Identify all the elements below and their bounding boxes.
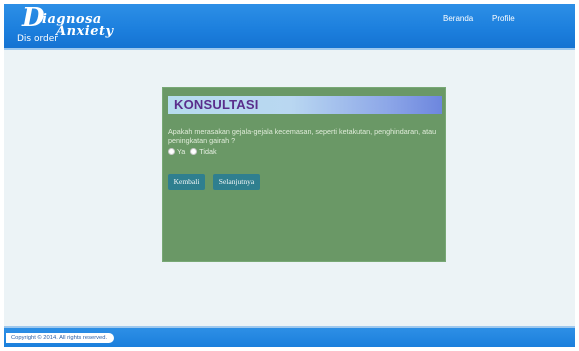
option-tidak[interactable]: Tidak xyxy=(190,147,217,157)
option-ya[interactable]: Ya xyxy=(168,147,185,157)
site-logo[interactable]: D iagnosa Anxiety Dis order xyxy=(14,5,129,45)
logo-text-line3: Dis order xyxy=(17,34,58,44)
radio-ya[interactable] xyxy=(168,148,175,155)
browser-viewport: D iagnosa Anxiety Dis order Beranda Prof… xyxy=(4,4,575,347)
back-button[interactable]: Kembali xyxy=(168,174,205,190)
site-footer: Copyright © 2014. All rights reserved. xyxy=(4,326,575,347)
copyright-text: Copyright © 2014. All rights reserved. xyxy=(6,333,115,343)
question-text: Apakah merasakan gejala-gejala kecemasan… xyxy=(168,127,437,145)
next-button[interactable]: Selanjutnya xyxy=(213,174,260,190)
consultation-panel: KONSULTASI Apakah merasakan gejala-gejal… xyxy=(162,87,446,262)
option-ya-label: Ya xyxy=(177,147,186,156)
logo-text-line2: Anxiety xyxy=(56,24,114,39)
answer-options: Ya Tidak xyxy=(168,147,220,157)
nav-link-profile[interactable]: Profile xyxy=(492,14,515,24)
nav-link-beranda[interactable]: Beranda xyxy=(443,14,473,24)
option-tidak-label: Tidak xyxy=(199,147,217,156)
site-header: D iagnosa Anxiety Dis order Beranda Prof… xyxy=(4,4,575,50)
radio-tidak[interactable] xyxy=(190,148,198,155)
panel-title: KONSULTASI xyxy=(168,96,442,114)
